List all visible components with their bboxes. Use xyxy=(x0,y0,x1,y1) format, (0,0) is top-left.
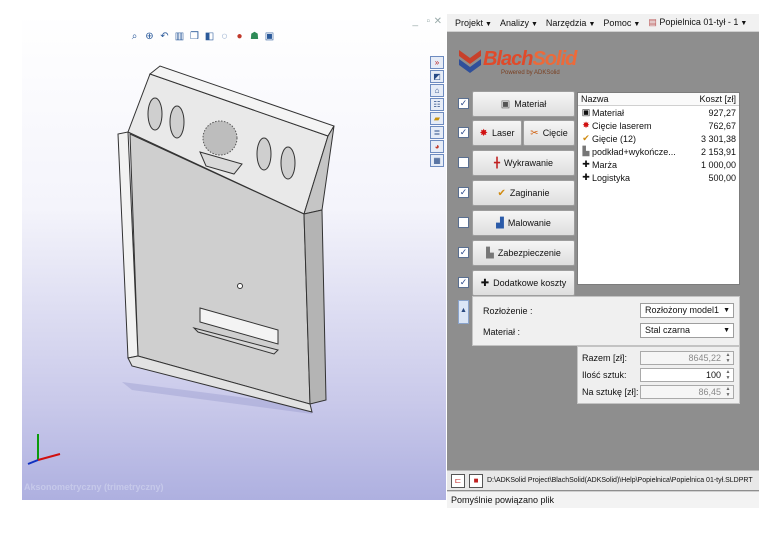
logo-tagline: Powered by ADKSolid xyxy=(501,70,560,76)
column-header-cost[interactable]: Koszt [zł] xyxy=(699,94,736,104)
layout-select[interactable]: Rozłożony model1 ▼ xyxy=(640,303,734,318)
totals-section: Razem [zł]: 8645,22 ▲ ▼ Ilość sztuk: 100 ▲ ▼… xyxy=(577,346,740,404)
menu-projekt[interactable]: Projekt ▼ xyxy=(455,18,492,28)
checkbox-painting[interactable] xyxy=(458,217,469,228)
blachsolid-panel: Projekt ▼ Analizy ▼ Narzędzia ▼ Pomoc ▼ ▤ Po… xyxy=(447,14,759,508)
punching-button[interactable]: ╋ Wykrawanie xyxy=(472,150,575,176)
additional-costs-icon: ✚ xyxy=(582,172,590,182)
spinner-icon: ▲ ▼ xyxy=(725,352,731,364)
laser-icon: ✸ xyxy=(582,120,590,130)
material-button[interactable]: ▣ Materiał xyxy=(472,91,575,117)
home-icon[interactable]: ⌂ xyxy=(430,84,444,97)
material-select[interactable]: Stal czarna ▼ xyxy=(640,323,734,338)
coordinate-triad xyxy=(27,434,61,465)
checkbox-laser-cutting[interactable]: ✓ xyxy=(458,127,469,138)
painting-icon: ▟ xyxy=(496,217,504,229)
additional-costs-button[interactable]: ✚ Dodatkowe koszty xyxy=(472,270,575,296)
settings-section: Rozłożenie : Rozłożony model1 ▼ Materiał … xyxy=(472,296,740,346)
view-orientation-label: Aksonometryczny (trimetryczny) xyxy=(24,482,164,492)
additional-costs-icon: ✚ xyxy=(582,159,590,169)
checkbox-material[interactable]: ✓ xyxy=(458,98,469,109)
bending-icon: ✔ xyxy=(582,133,590,143)
status-text: Pomyślnie powiązano plik xyxy=(451,495,555,505)
cut-icon: ✂ xyxy=(530,127,539,139)
quantity-label: Ilość sztuk: xyxy=(582,370,627,380)
table-row[interactable]: ✸ Cięcie laserem 762,67 xyxy=(578,119,739,132)
painting-icon: ▙ xyxy=(582,146,590,156)
logo-text: BlachSolid xyxy=(483,48,577,70)
bending-button[interactable]: ✔ Zaginanie xyxy=(472,180,575,206)
checkbox-protection[interactable]: ✓ xyxy=(458,247,469,258)
cutting-button[interactable]: ✂ Cięcie xyxy=(523,120,575,146)
collapse-toggle-button[interactable]: ▲ xyxy=(458,300,469,324)
additional-costs-icon: ✚ xyxy=(480,277,490,289)
part-file-icon: ■ xyxy=(469,473,483,488)
quantity-stepper[interactable]: 100 ▲ ▼ xyxy=(640,368,734,382)
chevron-down-icon: ▼ xyxy=(723,307,730,314)
material-label: Materiał : xyxy=(483,327,521,337)
column-header-name[interactable]: Nazwa xyxy=(581,94,609,104)
layout-label: Rozłożenie : xyxy=(483,306,533,316)
laser-icon: ✸ xyxy=(479,127,488,139)
table-row[interactable]: ✚ Marża 1 000,00 xyxy=(578,158,739,171)
total-label: Razem [zł]: xyxy=(582,353,628,363)
cost-table-header: Nazwa Koszt [zł] xyxy=(578,93,739,106)
protection-button[interactable]: ▙ Zabezpieczenie xyxy=(472,240,575,266)
calculator-icon[interactable]: ▦ xyxy=(430,154,444,167)
chevron-down-icon: ▼ xyxy=(723,327,730,334)
properties-icon[interactable]: ≣ xyxy=(430,126,444,139)
menu-analizy[interactable]: Analizy ▼ xyxy=(500,18,538,28)
cad-viewport[interactable]: _ ▫ ✕ ⌕ ⊕ ↶ ▥ ❒ ◧ ◌ ● ☗ ▣ » ◩ ⌂ ☷ ▰ ≣ ◕ … xyxy=(22,14,446,500)
side-toolbar: » ◩ ⌂ ☷ ▰ ≣ ◕ ▦ xyxy=(430,56,444,167)
bending-icon: ✔ xyxy=(497,187,506,199)
expand-icon[interactable]: » xyxy=(430,56,444,69)
painting-button[interactable]: ▟ Malowanie xyxy=(472,210,575,236)
checkbox-punching[interactable] xyxy=(458,157,469,168)
color-icon[interactable]: ◕ xyxy=(430,140,444,153)
select-icon[interactable]: ◩ xyxy=(430,70,444,83)
total-field: 8645,22 ▲ ▼ xyxy=(640,351,734,365)
part-model[interactable] xyxy=(22,14,446,500)
table-row[interactable]: ▣ Materiał 927,27 xyxy=(578,106,739,119)
per-piece-label: Na sztukę [zł]: xyxy=(582,387,639,397)
status-bar: Pomyślnie powiązano plik xyxy=(447,491,759,508)
file-path-bar: ⊏ ■ D:\ADKSolid Project\BlachSolid(ADKSo… xyxy=(447,470,759,490)
file-path: D:\ADKSolid Project\BlachSolid(ADKSolid)… xyxy=(487,477,753,484)
checkbox-additional-costs[interactable]: ✓ xyxy=(458,277,469,288)
link-file-icon[interactable]: ⊏ xyxy=(451,473,465,488)
material-icon: ▣ xyxy=(581,107,591,117)
tree-icon[interactable]: ☷ xyxy=(430,98,444,111)
table-row[interactable]: ✚ Logistyka 500,00 xyxy=(578,171,739,184)
protection-icon: ▙ xyxy=(486,247,494,259)
cost-table: Nazwa Koszt [zł] ▣ Materiał 927,27 ✸ Cięci… xyxy=(577,92,740,285)
document-selector[interactable]: ▤ Popielnica 01-tył - 1 ▼ xyxy=(648,17,747,28)
checkbox-bending[interactable]: ✓ xyxy=(458,187,469,198)
menu-narzedzia[interactable]: Narzędzia ▼ xyxy=(546,18,595,28)
laser-button[interactable]: ✸ Laser xyxy=(472,120,522,146)
punching-icon: ╋ xyxy=(494,157,501,169)
per-piece-field: 86,45 ▲ ▼ xyxy=(640,385,734,399)
menu-pomoc[interactable]: Pomoc ▼ xyxy=(603,18,640,28)
spinner-icon[interactable]: ▲ ▼ xyxy=(724,369,732,381)
logo-chevron-icon xyxy=(459,50,481,73)
folder-icon[interactable]: ▰ xyxy=(430,112,444,125)
material-icon: ▣ xyxy=(500,98,511,110)
table-row[interactable]: ✔ Gięcie (12) 3 301,38 xyxy=(578,132,739,145)
table-row[interactable]: ▙ podkład+wykończe... 2 153,91 xyxy=(578,145,739,158)
document-icon: ▤ xyxy=(648,17,657,27)
menu-bar: Projekt ▼ Analizy ▼ Narzędzia ▼ Pomoc ▼ ▤ Po… xyxy=(447,14,759,32)
spinner-icon: ▲ ▼ xyxy=(725,386,731,398)
